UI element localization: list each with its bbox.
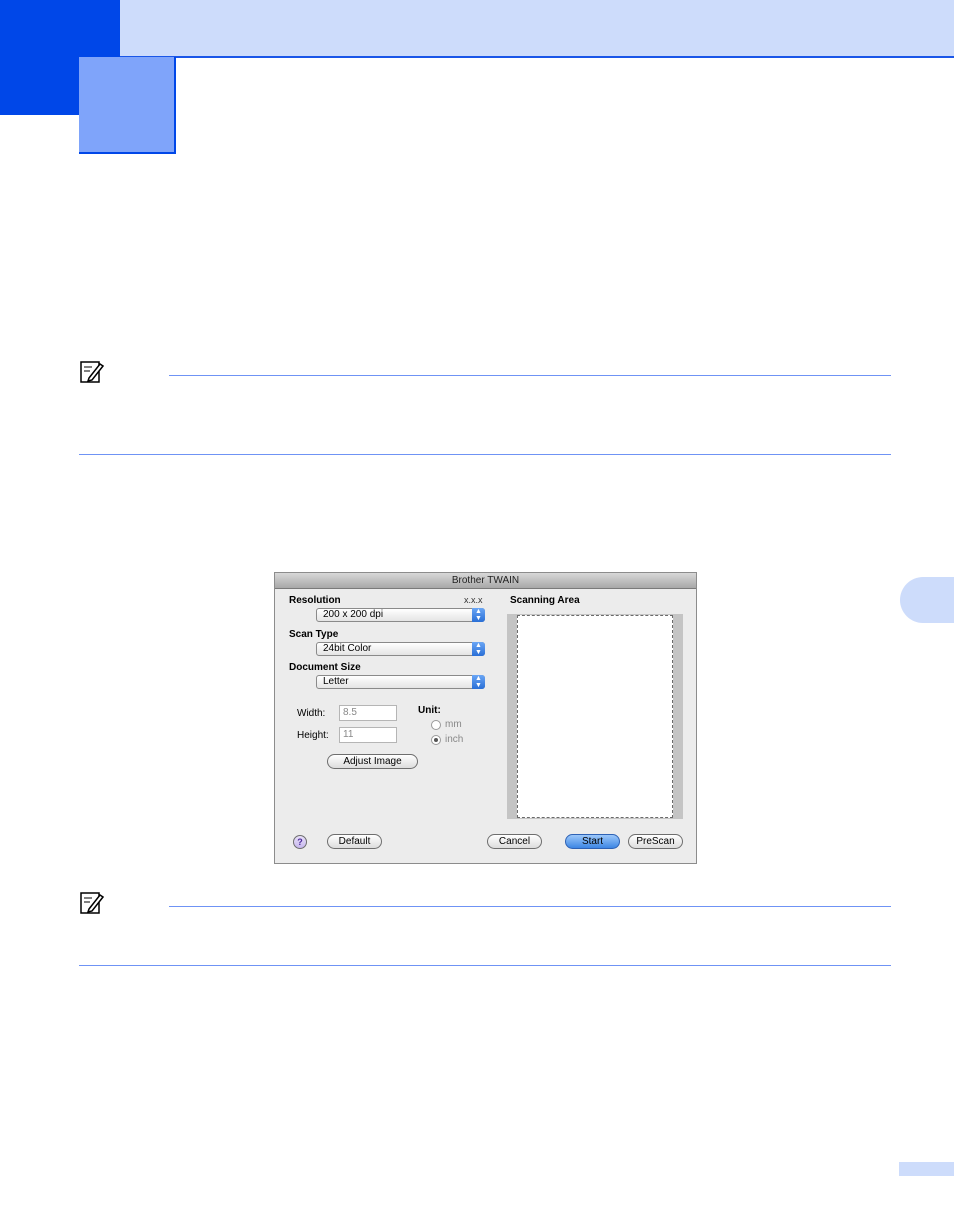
help-button[interactable]: ? [293, 835, 307, 849]
note-pencil-icon [80, 361, 105, 383]
adjust-image-button[interactable]: Adjust Image [327, 754, 418, 769]
default-button[interactable]: Default [327, 834, 382, 849]
note-top-rule [169, 375, 891, 376]
dialog-title: Brother TWAIN [451, 575, 520, 586]
scan-type-select[interactable]: 24bit Color ▲ ▼ [316, 642, 485, 656]
page-number-tab [899, 1162, 954, 1176]
document-size-value: Letter [323, 676, 349, 687]
scan-type-value: 24bit Color [323, 643, 372, 654]
scan-selection-frame[interactable] [517, 615, 673, 818]
header-rule [120, 56, 954, 58]
width-label: Width: [297, 708, 326, 719]
version-text: x.x.x [464, 595, 483, 605]
chapter-box [79, 57, 176, 154]
resolution-label: Resolution [289, 595, 341, 606]
prescan-button[interactable]: PreScan [628, 834, 683, 849]
resolution-value: 200 x 200 dpi [323, 609, 384, 620]
document-size-select[interactable]: Letter ▲ ▼ [316, 675, 485, 689]
chapter-side-tab [900, 577, 954, 623]
unit-inch-radio[interactable] [431, 735, 441, 745]
brother-twain-dialog: Brother TWAIN Resolution x.x.x 200 x 200… [274, 572, 697, 864]
height-label: Height: [297, 730, 329, 741]
unit-label: Unit: [418, 705, 441, 716]
updown-arrow-icon: ▲ ▼ [472, 642, 485, 656]
scan-type-label: Scan Type [289, 629, 339, 640]
unit-inch-label: inch [445, 734, 464, 745]
note-pencil-icon [80, 892, 105, 914]
unit-mm-label: mm [445, 719, 462, 730]
document-size-label: Document Size [289, 662, 361, 673]
updown-arrow-icon: ▲ ▼ [472, 675, 485, 689]
start-button[interactable]: Start [565, 834, 620, 849]
note-bottom-rule [79, 454, 891, 455]
resolution-select[interactable]: 200 x 200 dpi ▲ ▼ [316, 608, 485, 622]
updown-arrow-icon: ▲ ▼ [472, 608, 485, 622]
header-band [0, 0, 954, 57]
note-top-rule [169, 906, 891, 907]
height-field[interactable]: 11 [339, 727, 397, 743]
unit-mm-radio[interactable] [431, 720, 441, 730]
note-bottom-rule [79, 965, 891, 966]
cancel-button[interactable]: Cancel [487, 834, 542, 849]
scanning-area-label: Scanning Area [510, 595, 580, 606]
width-field[interactable]: 8.5 [339, 705, 397, 721]
dialog-titlebar: Brother TWAIN [275, 573, 696, 589]
